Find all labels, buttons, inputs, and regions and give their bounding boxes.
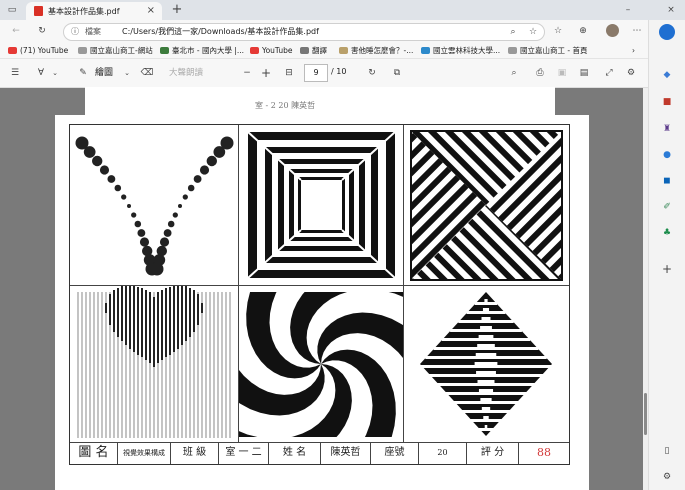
label-seat-title: 座號 (371, 442, 419, 464)
artwork-grid (69, 124, 570, 465)
search-icon[interactable]: ⌕ (507, 25, 519, 39)
fit-page-icon[interactable]: ⊟ (282, 66, 296, 80)
artwork-striped-heart (70, 286, 239, 443)
back-icon[interactable]: ← (9, 24, 23, 38)
collections-icon[interactable]: ☆ (551, 24, 565, 38)
label-seat-value: 20 (419, 442, 467, 464)
artwork-concentric-squares (239, 125, 404, 286)
tab-pdf[interactable]: 基本設計作品集.pdf × (26, 2, 162, 20)
fullscreen-icon[interactable]: ⤢ (602, 66, 616, 80)
label-class-title: 班 級 (171, 442, 219, 464)
tab-title: 基本設計作品集.pdf (48, 6, 120, 16)
gear-icon[interactable]: ⚙ (660, 470, 674, 484)
zoom-in-icon[interactable]: + (259, 66, 273, 80)
zoom-out-icon[interactable]: − (240, 66, 254, 80)
close-icon[interactable]: × (147, 5, 155, 16)
artwork-striped-diamond (404, 286, 569, 443)
draw-label[interactable]: 繪圖 (95, 66, 113, 80)
label-class-value: 室 一 二 (219, 442, 269, 464)
new-tab-icon[interactable]: + (170, 3, 184, 17)
artwork-diagonal-stripes (404, 125, 569, 286)
pdf-page-previous: 室 - 2 20 陳英哲 (85, 87, 555, 115)
read-aloud-button[interactable]: 大聲朗讀 (169, 66, 203, 80)
refresh-icon[interactable]: ↻ (35, 24, 49, 38)
tab-bar: ▭ 基本設計作品集.pdf × + – × (0, 0, 685, 20)
bookmark-item[interactable]: (71) YouTube (8, 42, 68, 58)
url-field[interactable]: ⓘ 檔案 C:/Users/我們這一家/Downloads/基本設計作品集.pd… (63, 23, 545, 41)
label-score-value: 88 (537, 446, 551, 459)
bookmark-item[interactable]: 害他睡怎麼會？-... (339, 42, 413, 58)
tag-icon[interactable]: ◆ (660, 68, 674, 82)
favorite-icon[interactable]: ☆ (527, 25, 539, 39)
minimize-icon[interactable]: – (622, 3, 634, 17)
draw-icon[interactable]: ✎ (76, 66, 90, 80)
bookmark-item[interactable]: 國立嘉山商工-網站 (78, 42, 153, 58)
rotate-icon[interactable]: ↻ (365, 66, 379, 80)
more-menu-icon[interactable]: ⋯ (630, 24, 644, 38)
avatar[interactable] (606, 24, 619, 37)
label-person-title: 姓 名 (269, 442, 321, 464)
bookmark-item[interactable]: 翻譯 (300, 42, 327, 58)
bookmark-item[interactable]: YouTube (250, 42, 293, 58)
eraser-icon[interactable]: ⌫ (140, 66, 154, 80)
label-name-title: 圖 名 (70, 442, 118, 464)
label-score-title: 評 分 (467, 442, 519, 464)
tab-actions-icon[interactable]: ▭ (5, 3, 19, 17)
page-caption: 室 - 2 20 陳英哲 (255, 101, 316, 110)
label-person-value: 陳英哲 (321, 442, 371, 464)
artwork-dots-x (70, 125, 239, 286)
url-text: C:/Users/我們這一家/Downloads/基本設計作品集.pdf (122, 27, 319, 36)
gear-icon[interactable]: ⚙ (624, 66, 638, 80)
close-window-icon[interactable]: × (665, 3, 677, 17)
chess-icon[interactable]: ♜ (660, 122, 674, 136)
save-as-icon[interactable]: ▤ (577, 66, 591, 80)
bookmark-item[interactable]: 國立嘉山商工 - 首頁 (508, 42, 587, 58)
contents-icon[interactable]: ☰ (8, 66, 22, 80)
info-icon: ⓘ (71, 27, 79, 36)
scrollbar-thumb[interactable] (644, 393, 647, 435)
outlook-icon[interactable]: ◼ (660, 174, 674, 188)
page-view-icon[interactable]: ⧉ (390, 66, 404, 80)
chevron-down-icon[interactable]: ⌄ (122, 66, 132, 80)
label-name-value: 視覺效果構成 (118, 442, 171, 464)
chevron-down-icon[interactable]: ⌄ (50, 66, 60, 80)
office-icon[interactable]: ● (660, 148, 674, 162)
page-number-input[interactable]: 9 (304, 64, 328, 82)
bookmarks-more-icon[interactable]: › (632, 42, 635, 58)
search-icon[interactable]: ⌕ (507, 66, 521, 80)
page-total: / 10 (331, 67, 347, 76)
edge-sidebar: ◆ ■ ♜ ● ◼ ✐ ♣ + ▯ ⚙ (648, 20, 685, 490)
split-screen-icon[interactable]: ▯ (660, 444, 674, 458)
pdf-file-icon (34, 6, 43, 16)
add-icon[interactable]: + (660, 262, 674, 276)
print-icon[interactable]: ⎙ (533, 66, 547, 80)
bookmark-item[interactable]: 臺北市 - 國內大學 |... (160, 42, 244, 58)
tree-icon[interactable]: ♣ (660, 226, 674, 240)
drop-icon[interactable]: ✐ (660, 200, 674, 214)
copilot-icon[interactable] (659, 24, 675, 40)
address-label: 檔案 (85, 27, 101, 36)
save-icon[interactable]: ▣ (555, 66, 569, 80)
artwork-swirl (239, 286, 404, 443)
bookmark-item[interactable]: 國立雲林科技大學... (421, 42, 500, 58)
highlight-icon[interactable]: ∀ (34, 66, 48, 80)
shopping-icon[interactable]: ■ (660, 95, 674, 109)
extensions-icon[interactable]: ⊕ (576, 24, 590, 38)
